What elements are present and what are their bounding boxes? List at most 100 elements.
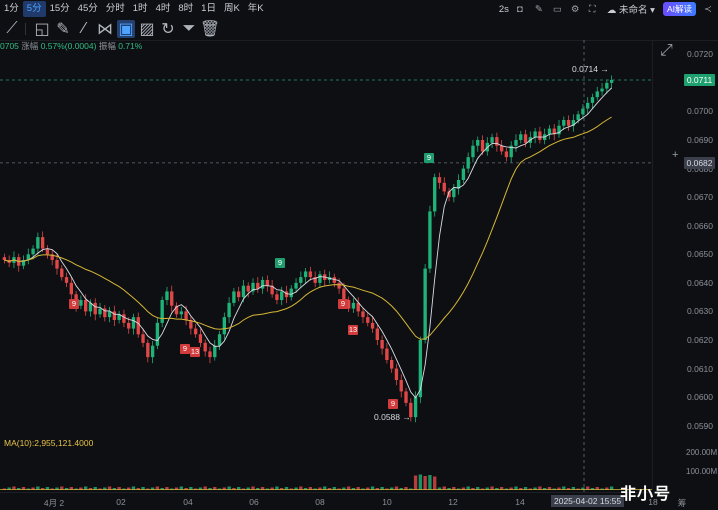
candle-body	[538, 131, 542, 140]
candle-body	[131, 317, 136, 329]
candle-body	[437, 177, 442, 183]
candle-body	[471, 145, 475, 158]
candle-body	[69, 282, 74, 295]
low-price-label: 0.0588 →	[374, 412, 411, 422]
candle-body	[31, 248, 35, 255]
candle-body	[370, 322, 375, 329]
candle-body	[146, 342, 150, 358]
y-tick: 0.0640	[687, 277, 713, 288]
add-alert-icon[interactable]: +	[672, 149, 678, 161]
candle-body	[64, 277, 69, 283]
candle-body	[45, 248, 50, 255]
volume-ma-label: MA(10):2,955,121.4000	[4, 438, 94, 448]
volume-bar	[418, 474, 423, 490]
candle-body	[566, 120, 571, 126]
candle-body	[141, 334, 145, 343]
candle-body	[600, 88, 604, 92]
td-count-red: 13	[190, 347, 200, 357]
brand-logo: 非小号	[620, 486, 672, 503]
candle-body	[523, 134, 528, 143]
candle-body	[122, 314, 126, 323]
x-tick: 02	[116, 497, 126, 507]
candle-body	[232, 291, 236, 303]
candle-body	[213, 345, 217, 358]
candle-body	[79, 300, 83, 306]
candle-body	[399, 380, 403, 392]
candle-body	[93, 302, 97, 315]
x-tick: 10	[382, 497, 392, 507]
candle-body	[155, 322, 160, 346]
td-count-green: 9	[424, 153, 434, 163]
candle-body	[476, 140, 480, 146]
candle-body	[127, 322, 131, 329]
candle-body	[241, 285, 246, 298]
candle-body	[294, 282, 298, 289]
candle-body	[179, 311, 183, 315]
volume-bar	[413, 475, 418, 490]
candle-body	[581, 108, 585, 115]
volume-bar	[423, 476, 427, 490]
candle-body	[136, 317, 140, 335]
candle-body	[466, 157, 470, 169]
candle-body	[160, 300, 164, 323]
candle-body	[461, 168, 466, 180]
volume-bar	[433, 476, 437, 490]
candle-body	[423, 268, 427, 340]
candle-body	[490, 137, 494, 143]
candle-body	[361, 311, 365, 318]
candle-body	[609, 80, 614, 83]
candle-body	[265, 280, 270, 286]
candle-body	[595, 91, 599, 98]
x-tick: 06	[249, 497, 259, 507]
candle-body	[299, 277, 303, 283]
candle-body	[303, 271, 308, 278]
x-tick: 14	[515, 497, 525, 507]
candle-body	[533, 131, 537, 138]
price-axis[interactable]: 0.07200.07100.07000.06900.06800.06700.06…	[652, 40, 718, 490]
price-chart[interactable]	[0, 0, 718, 509]
expand-icon[interactable]: ⤢	[660, 42, 673, 59]
candle-body	[112, 311, 117, 320]
td-count-red: 9	[388, 399, 398, 409]
x-tick: 12	[448, 497, 458, 507]
candle-body	[366, 317, 370, 323]
candle-body	[227, 302, 231, 318]
candle-body	[203, 342, 207, 352]
volume-tick: 100.00M	[686, 467, 718, 476]
y-tick: 0.0690	[687, 135, 713, 145]
candle-body	[150, 345, 155, 358]
candle-body	[275, 294, 279, 300]
candle-body	[289, 288, 293, 298]
candle-body	[480, 140, 485, 152]
y-tick: 0.0630	[687, 306, 713, 317]
candle-body	[586, 102, 590, 109]
x-tick-right: 筹	[677, 498, 687, 508]
candle-body	[547, 128, 552, 135]
x-tick: 04	[183, 497, 193, 507]
candle-body	[499, 145, 504, 152]
volume-tick: 200.00M	[686, 448, 718, 457]
y-tick: 0.0650	[687, 249, 713, 260]
candle-body	[60, 268, 64, 278]
candle-body	[217, 334, 222, 346]
y-tick: 0.0700	[687, 106, 713, 117]
candle-body	[576, 114, 580, 120]
candle-body	[198, 334, 203, 343]
crosshair-time-tag: 2025-04-02 15:55	[551, 495, 625, 507]
candle-body	[260, 280, 265, 289]
candle-body	[36, 237, 40, 249]
candle-body	[246, 285, 250, 292]
candle-body	[184, 311, 188, 320]
candle-body	[385, 348, 389, 360]
candle-body	[590, 97, 595, 103]
candle-body	[165, 291, 169, 300]
y-tick: 0.0660	[687, 220, 713, 231]
candle-body	[428, 211, 432, 269]
candle-body	[193, 328, 198, 335]
td-count-green: 9	[275, 258, 285, 268]
time-axis[interactable]: 4月 2 02 04 06 08 10 12 14 18 2025-04-02 …	[0, 492, 686, 510]
candle-body	[413, 397, 418, 418]
candle-body	[605, 82, 609, 89]
y-tick: 0.0600	[687, 392, 713, 403]
candle-body	[389, 360, 394, 369]
